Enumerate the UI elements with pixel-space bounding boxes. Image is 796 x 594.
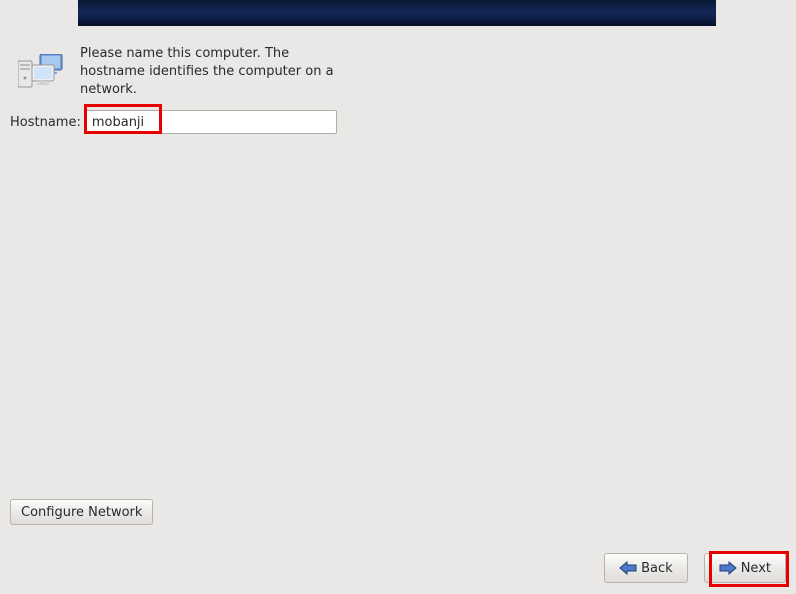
configure-network-button[interactable]: Configure Network <box>10 499 153 525</box>
back-button[interactable]: Back <box>604 553 688 583</box>
configure-network-label: Configure Network <box>21 505 142 520</box>
instruction-text: Please name this computer. The hostname … <box>80 45 340 100</box>
navigation-bar: Back Next <box>604 553 786 583</box>
network-computer-icon <box>18 54 66 90</box>
back-label: Back <box>641 561 673 576</box>
arrow-left-icon <box>619 561 637 575</box>
hostname-input[interactable] <box>85 110 337 134</box>
hostname-label: Hostname: <box>10 115 81 130</box>
next-label: Next <box>741 561 771 576</box>
arrow-right-icon <box>719 561 737 575</box>
hostname-row: Hostname: <box>10 110 337 134</box>
header-banner <box>78 0 716 26</box>
next-button[interactable]: Next <box>704 553 786 583</box>
